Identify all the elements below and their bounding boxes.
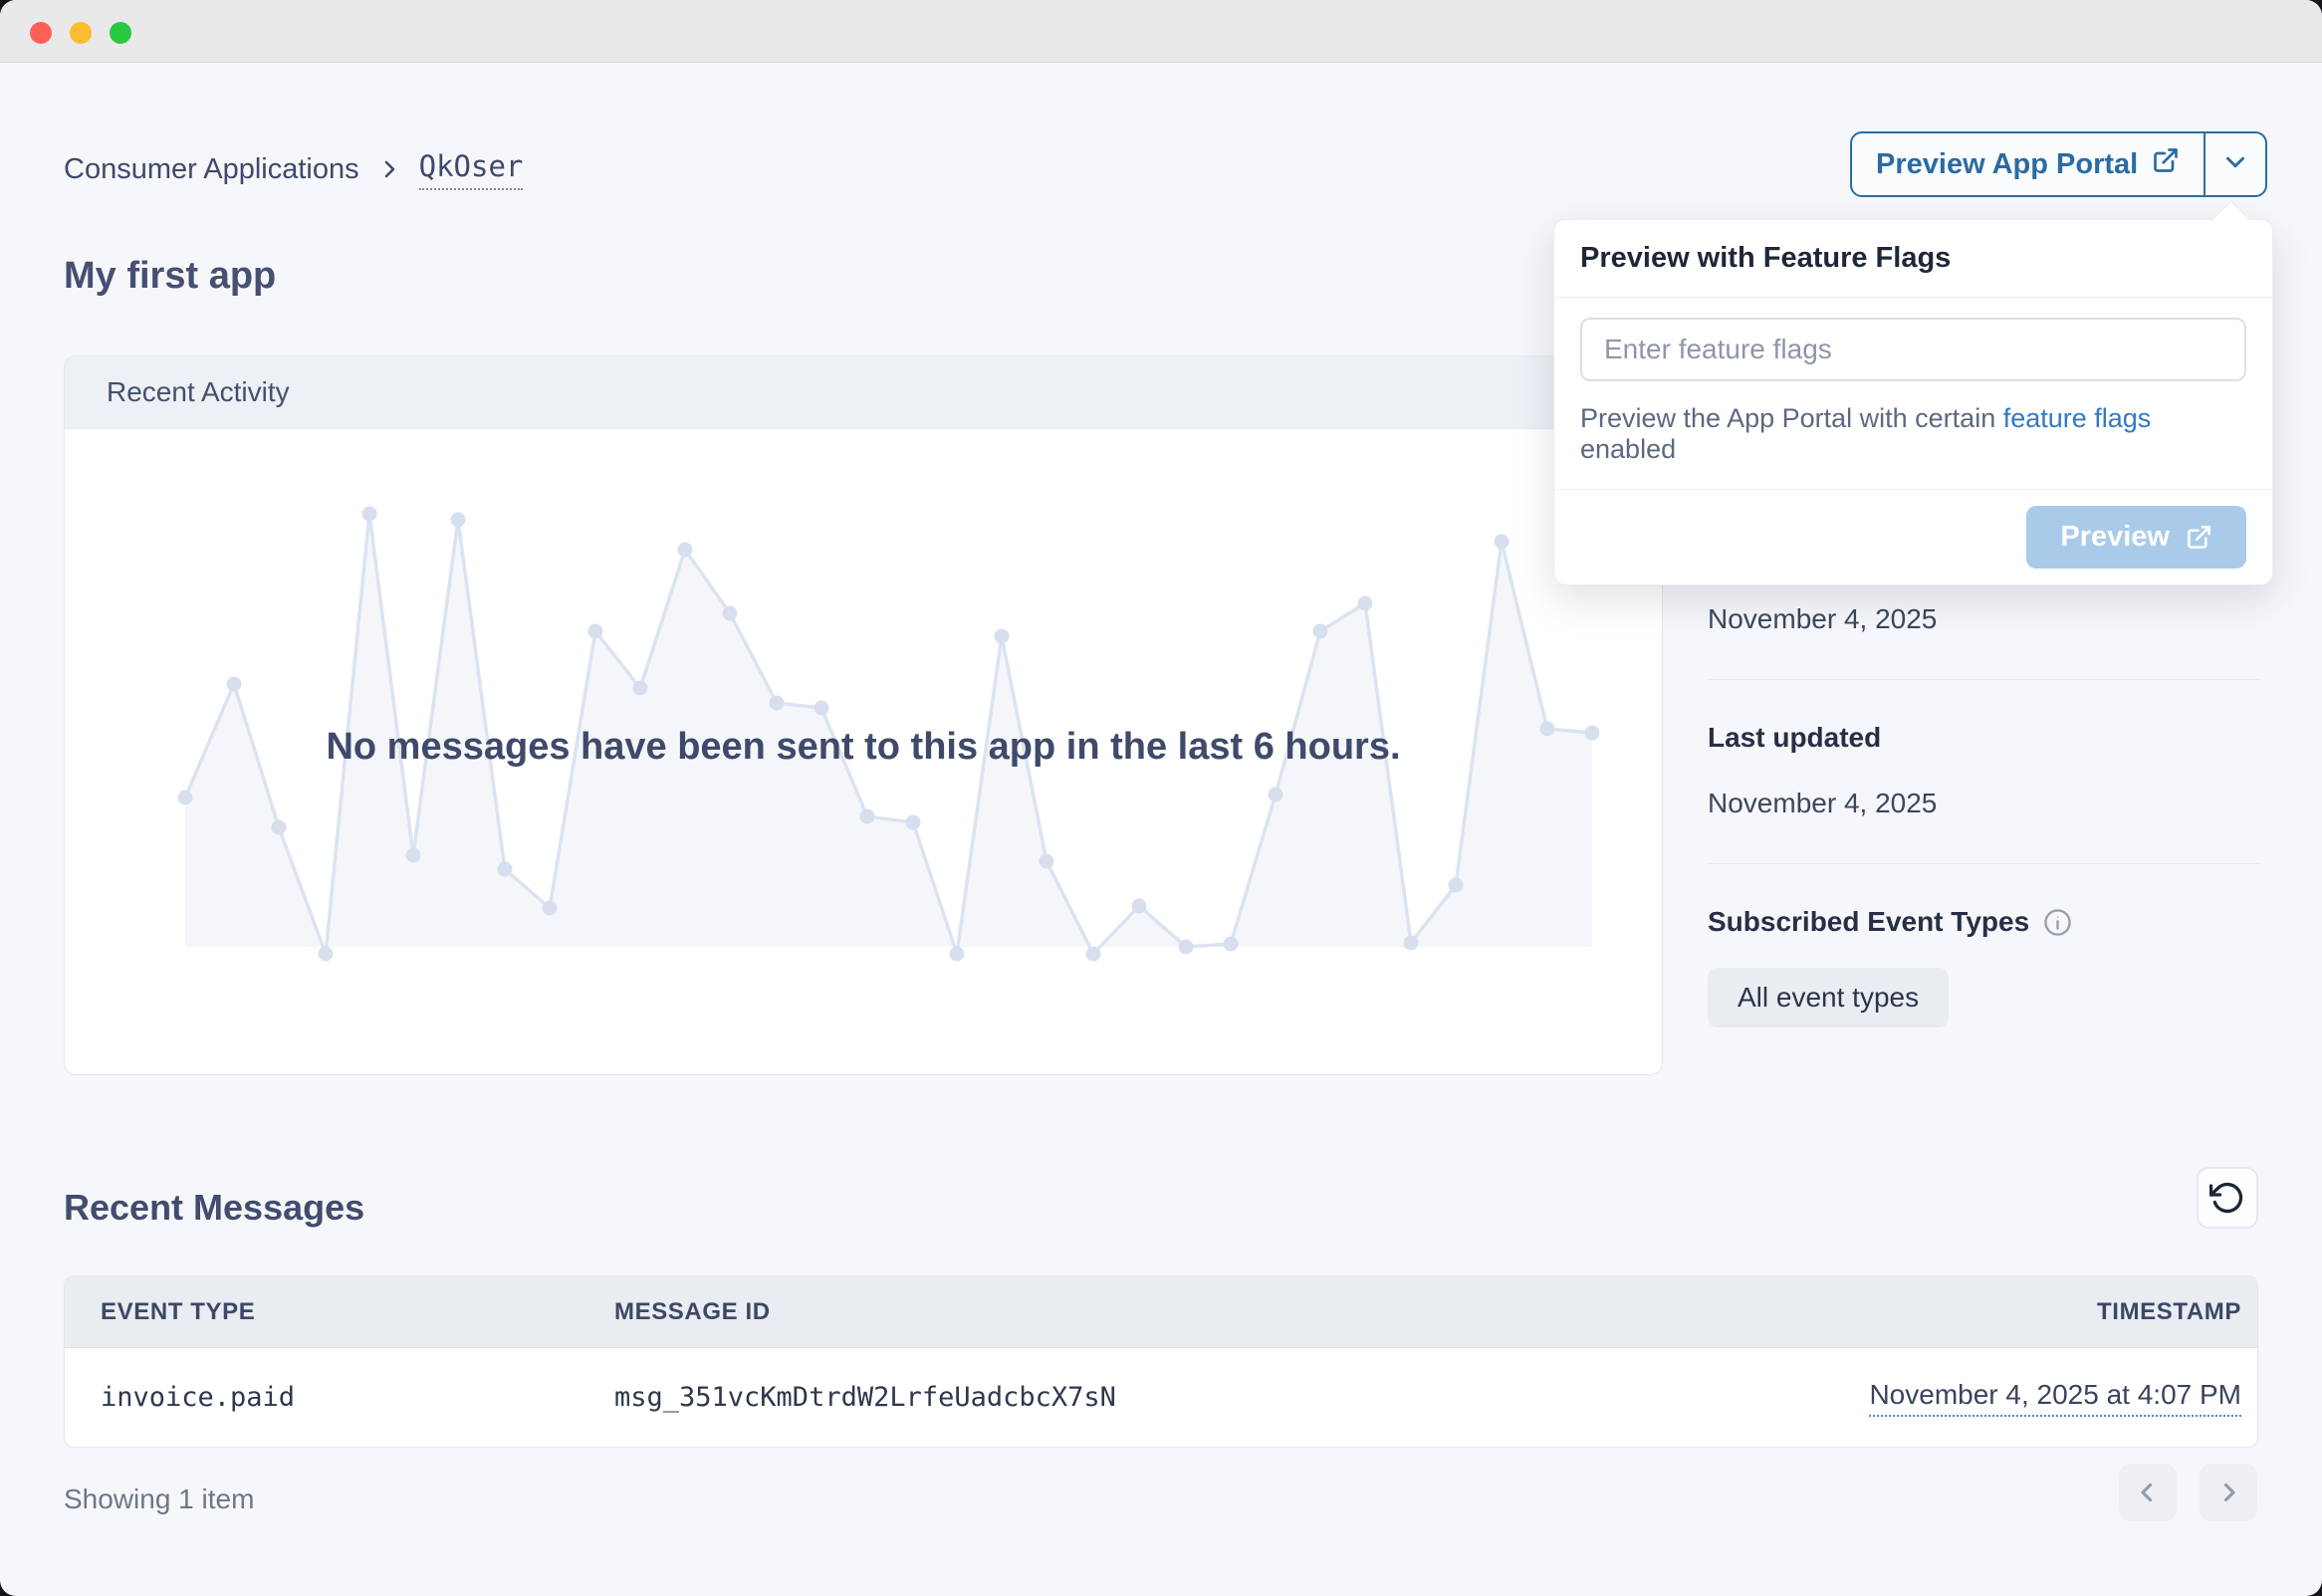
recent-messages-table: EVENT TYPE MESSAGE ID TIMESTAMP invoice.… (64, 1275, 2258, 1448)
external-link-icon (2152, 146, 2180, 182)
showing-items-count: Showing 1 item (64, 1483, 254, 1515)
chevron-down-icon (2220, 147, 2250, 182)
chevron-right-icon (2213, 1478, 2243, 1507)
caption-text-before: Preview the App Portal with certain (1580, 403, 2003, 433)
last-updated-value: November 4, 2025 (1708, 788, 2260, 819)
popover-caption: Preview the App Portal with certain feat… (1580, 403, 2246, 465)
all-event-types-badge: All event types (1708, 968, 1949, 1027)
column-header-event-type: EVENT TYPE (65, 1298, 579, 1326)
external-link-icon (2186, 524, 2212, 551)
chevron-left-icon (2133, 1478, 2163, 1507)
info-icon[interactable] (2043, 908, 2072, 937)
popover-title: Preview with Feature Flags (1554, 220, 2272, 298)
message-id-cell: msg_351vcKmDtrdW2LrfeUadcbcX7sN (579, 1382, 1624, 1413)
refresh-button[interactable] (2197, 1167, 2258, 1229)
minimize-window-icon[interactable] (70, 22, 92, 44)
title-bar (0, 0, 2322, 63)
recent-messages-title: Recent Messages (64, 1187, 364, 1229)
timestamp-link[interactable]: November 4, 2025 at 4:07 PM (1869, 1379, 2241, 1417)
recent-activity-card: Recent Activity No messages have been se… (64, 355, 1663, 1075)
caption-text-after: enabled (1580, 434, 1676, 464)
popover-footer: Preview (1554, 489, 2272, 584)
breadcrumb-current-app-id[interactable]: QkOser (419, 149, 524, 190)
details-divider (1708, 679, 2260, 680)
next-page-button[interactable] (2200, 1464, 2257, 1521)
chevron-right-icon (377, 157, 401, 181)
last-updated-label: Last updated (1708, 722, 2260, 754)
details-divider (1708, 863, 2260, 864)
event-type-cell: invoice.paid (65, 1382, 579, 1413)
preview-app-portal-label: Preview App Portal (1876, 148, 2138, 181)
recent-activity-header: Recent Activity (65, 356, 1662, 429)
app-window: Consumer Applications QkOser Preview App… (0, 0, 2322, 1596)
created-on-value: November 4, 2025 (1708, 603, 2260, 635)
table-row[interactable]: invoice.paid msg_351vcKmDtrdW2LrfeUadcbc… (65, 1348, 2257, 1447)
breadcrumb-root-link[interactable]: Consumer Applications (64, 153, 359, 186)
zoom-window-icon[interactable] (110, 22, 131, 44)
recent-activity-title: Recent Activity (107, 376, 290, 408)
subscribed-event-types-text: Subscribed Event Types (1708, 906, 2029, 938)
previous-page-button[interactable] (2119, 1464, 2177, 1521)
table-header-row: EVENT TYPE MESSAGE ID TIMESTAMP (65, 1276, 2257, 1348)
column-header-timestamp: TIMESTAMP (1624, 1298, 2257, 1326)
breadcrumb: Consumer Applications QkOser (64, 145, 523, 193)
feature-flags-input[interactable] (1580, 318, 2246, 381)
timestamp-cell: November 4, 2025 at 4:07 PM (1624, 1379, 2257, 1417)
feature-flags-popover: Preview with Feature Flags Preview the A… (1553, 219, 2273, 585)
app-details-panel: Created on November 4, 2025 Last updated… (1708, 538, 2260, 1027)
preview-app-portal-button[interactable]: Preview App Portal (1852, 133, 2204, 195)
no-messages-text: No messages have been sent to this app i… (65, 726, 1662, 769)
preview-options-toggle[interactable] (2206, 133, 2265, 195)
close-window-icon[interactable] (30, 22, 52, 44)
page-title: My first app (64, 255, 276, 298)
preview-button[interactable]: Preview (2026, 506, 2246, 569)
preview-app-portal-split-button: Preview App Portal (1850, 131, 2267, 197)
refresh-icon (2209, 1180, 2245, 1216)
recent-activity-chart-area: No messages have been sent to this app i… (65, 429, 1662, 1075)
feature-flags-link[interactable]: feature flags (2003, 403, 2152, 433)
preview-button-label: Preview (2060, 521, 2170, 554)
subscribed-event-types-label: Subscribed Event Types (1708, 906, 2260, 938)
column-header-message-id: MESSAGE ID (579, 1298, 1624, 1326)
